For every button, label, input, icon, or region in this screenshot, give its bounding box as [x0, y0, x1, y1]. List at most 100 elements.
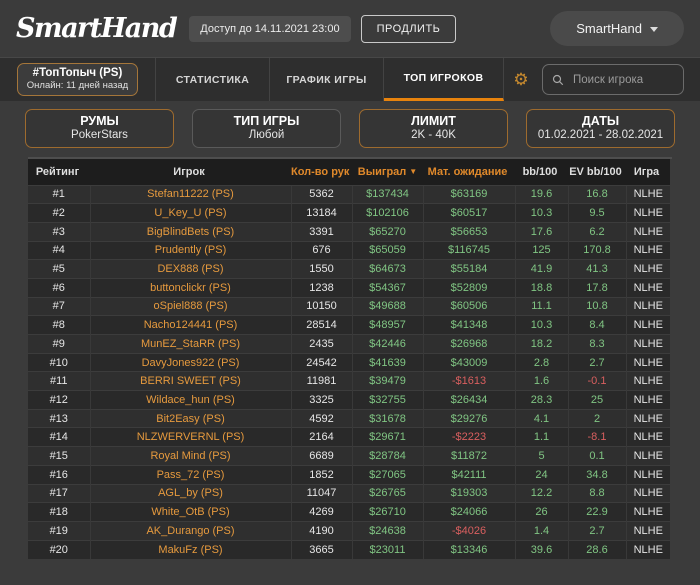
player-link[interactable]: MakuFz (PS): [89, 539, 291, 559]
player-link[interactable]: Nacho124441 (PS): [89, 315, 291, 335]
table-row: #11 BERRI SWEET (PS) 11981 $39479 -$1613…: [28, 371, 670, 391]
player-link[interactable]: buttonclickr (PS): [89, 277, 291, 298]
rank-cell: #7: [28, 296, 90, 316]
player-link[interactable]: AGL_by (PS): [89, 483, 291, 503]
access-expiry-badge: Доступ до 14.11.2021 23:00: [189, 15, 351, 42]
hands-cell: 3325: [290, 390, 352, 410]
table-row: #7 oSpiel888 (PS) 10150 $49688 $60506 11…: [28, 296, 670, 316]
filter-game-type[interactable]: ТИП ИГРЫ Любой: [192, 109, 341, 148]
ev-bb100-cell: 8.4: [567, 315, 626, 335]
app-logo[interactable]: SmartHand: [16, 13, 178, 44]
bb100-cell: 10.3: [514, 203, 568, 223]
tab-game-graph-label: ГРАФИК ИГРЫ: [286, 73, 367, 86]
ev-bb100-cell: 2.7: [567, 352, 626, 372]
table-row: #6 buttonclickr (PS) 1238 $54367 $52809 …: [28, 277, 670, 298]
ev-bb100-cell: 16.8: [567, 184, 626, 204]
filter-limit[interactable]: ЛИМИТ 2K - 40K: [359, 109, 508, 148]
ev-money-cell: $116745: [422, 240, 515, 260]
game-cell: NLHE: [625, 539, 670, 559]
bb100-cell: 12.2: [514, 483, 568, 503]
col-game[interactable]: Игра: [626, 159, 670, 185]
col-ev-bb100[interactable]: EV bb/100: [568, 159, 626, 185]
ev-money-cell: $26434: [422, 390, 515, 410]
player-link[interactable]: oSpiel888 (PS): [89, 296, 291, 316]
ev-money-cell: $13346: [422, 539, 515, 559]
game-cell: NLHE: [625, 221, 670, 242]
filter-value: Любой: [248, 129, 285, 141]
hands-cell: 1238: [290, 277, 352, 298]
game-cell: NLHE: [625, 315, 670, 335]
rank-cell: #5: [28, 259, 90, 279]
ev-money-cell: $41348: [422, 315, 515, 335]
ev-money-cell: $29276: [422, 408, 515, 428]
rank-cell: #10: [28, 352, 90, 372]
game-cell: NLHE: [625, 184, 670, 204]
col-rating[interactable]: Рейтинг: [28, 159, 90, 185]
col-won-label: Выиграл: [357, 165, 407, 178]
ev-money-cell: $60517: [422, 203, 515, 223]
col-player[interactable]: Игрок: [90, 159, 291, 185]
bb100-cell: 28.3: [514, 390, 568, 410]
col-bb100[interactable]: bb/100: [515, 159, 568, 185]
player-link[interactable]: MunEZ_StaRR (PS): [89, 334, 291, 354]
player-link[interactable]: NLZWERVERNL (PS): [89, 427, 291, 447]
sort-desc-icon: ▼: [409, 166, 418, 176]
player-link[interactable]: Wildace_hun (PS): [89, 390, 291, 410]
chevron-down-icon: [650, 27, 658, 32]
gear-icon[interactable]: ⚙: [504, 58, 538, 101]
bb100-cell: 24: [514, 464, 568, 484]
player-link[interactable]: Stefan11222 (PS): [89, 184, 291, 204]
player-link[interactable]: White_OtB (PS): [89, 502, 291, 522]
extend-button[interactable]: ПРОДЛИТЬ: [360, 14, 457, 43]
won-cell: $26765: [351, 483, 423, 503]
bb100-cell: 19.6: [514, 184, 568, 204]
bb100-cell: 10.3: [514, 315, 568, 335]
club-selector[interactable]: #ТопТопыч (PS) Онлайн: 11 дней назад: [16, 63, 139, 96]
tab-statistics[interactable]: СТАТИСТИКА: [156, 58, 270, 101]
rank-cell: #13: [28, 408, 90, 428]
game-cell: NLHE: [625, 371, 670, 391]
bb100-cell: 11.1: [514, 296, 568, 316]
ev-money-cell: -$1613: [422, 371, 515, 391]
filter-rooms[interactable]: РУМЫ PokerStars: [25, 109, 174, 148]
tab-top-players[interactable]: ТОП ИГРОКОВ: [384, 58, 504, 101]
ev-money-cell: -$2223: [422, 427, 515, 447]
tab-game-graph[interactable]: ГРАФИК ИГРЫ: [270, 58, 384, 101]
filter-value: 01.02.2021 - 28.02.2021: [537, 129, 664, 141]
col-won[interactable]: Выиграл ▼: [352, 159, 423, 185]
player-link[interactable]: AK_Durango (PS): [89, 520, 291, 541]
player-link[interactable]: DEX888 (PS): [89, 259, 291, 279]
top-players-table-wrap: Рейтинг Игрок Кол-во рук Выиграл ▼ Мат. о…: [28, 157, 672, 559]
player-link[interactable]: Pass_72 (PS): [89, 464, 291, 484]
won-cell: $48957: [351, 315, 423, 335]
player-link[interactable]: BigBlindBets (PS): [89, 221, 291, 242]
hands-cell: 1852: [290, 464, 352, 484]
player-link[interactable]: DavyJones922 (PS): [89, 352, 291, 372]
col-hands[interactable]: Кол-во рук: [291, 159, 352, 185]
filter-dates[interactable]: ДАТЫ 01.02.2021 - 28.02.2021: [526, 109, 675, 148]
ev-money-cell: $56653: [422, 221, 515, 242]
player-link[interactable]: Bit2Easy (PS): [89, 408, 291, 428]
col-expected-value-label: Мат. ожидание: [427, 165, 508, 178]
table-row: #10 DavyJones922 (PS) 24542 $41639 $4300…: [28, 352, 670, 372]
game-cell: NLHE: [625, 483, 670, 503]
won-cell: $102106: [351, 203, 423, 223]
rank-cell: #12: [28, 390, 90, 410]
player-link[interactable]: U_Key_U (PS): [89, 203, 291, 223]
table-header-row: Рейтинг Игрок Кол-во рук Выиграл ▼ Мат. о…: [28, 159, 670, 185]
bb100-cell: 2.8: [514, 352, 568, 372]
bb100-cell: 125: [514, 240, 568, 260]
bb100-cell: 18.8: [514, 277, 568, 298]
search-box[interactable]: [542, 64, 684, 95]
search-input[interactable]: [571, 72, 674, 87]
player-link[interactable]: Royal Mind (PS): [89, 446, 291, 466]
account-menu-button[interactable]: SmartHand: [550, 11, 684, 46]
hands-cell: 3391: [290, 221, 352, 242]
col-expected-value[interactable]: Мат. ожидание: [423, 159, 515, 185]
rank-cell: #19: [28, 520, 90, 541]
player-link[interactable]: BERRI SWEET (PS): [89, 371, 291, 391]
game-cell: NLHE: [625, 203, 670, 223]
rank-cell: #11: [28, 371, 90, 391]
col-hands-label: Кол-во рук: [291, 165, 350, 178]
player-link[interactable]: Prudently (PS): [89, 240, 291, 260]
